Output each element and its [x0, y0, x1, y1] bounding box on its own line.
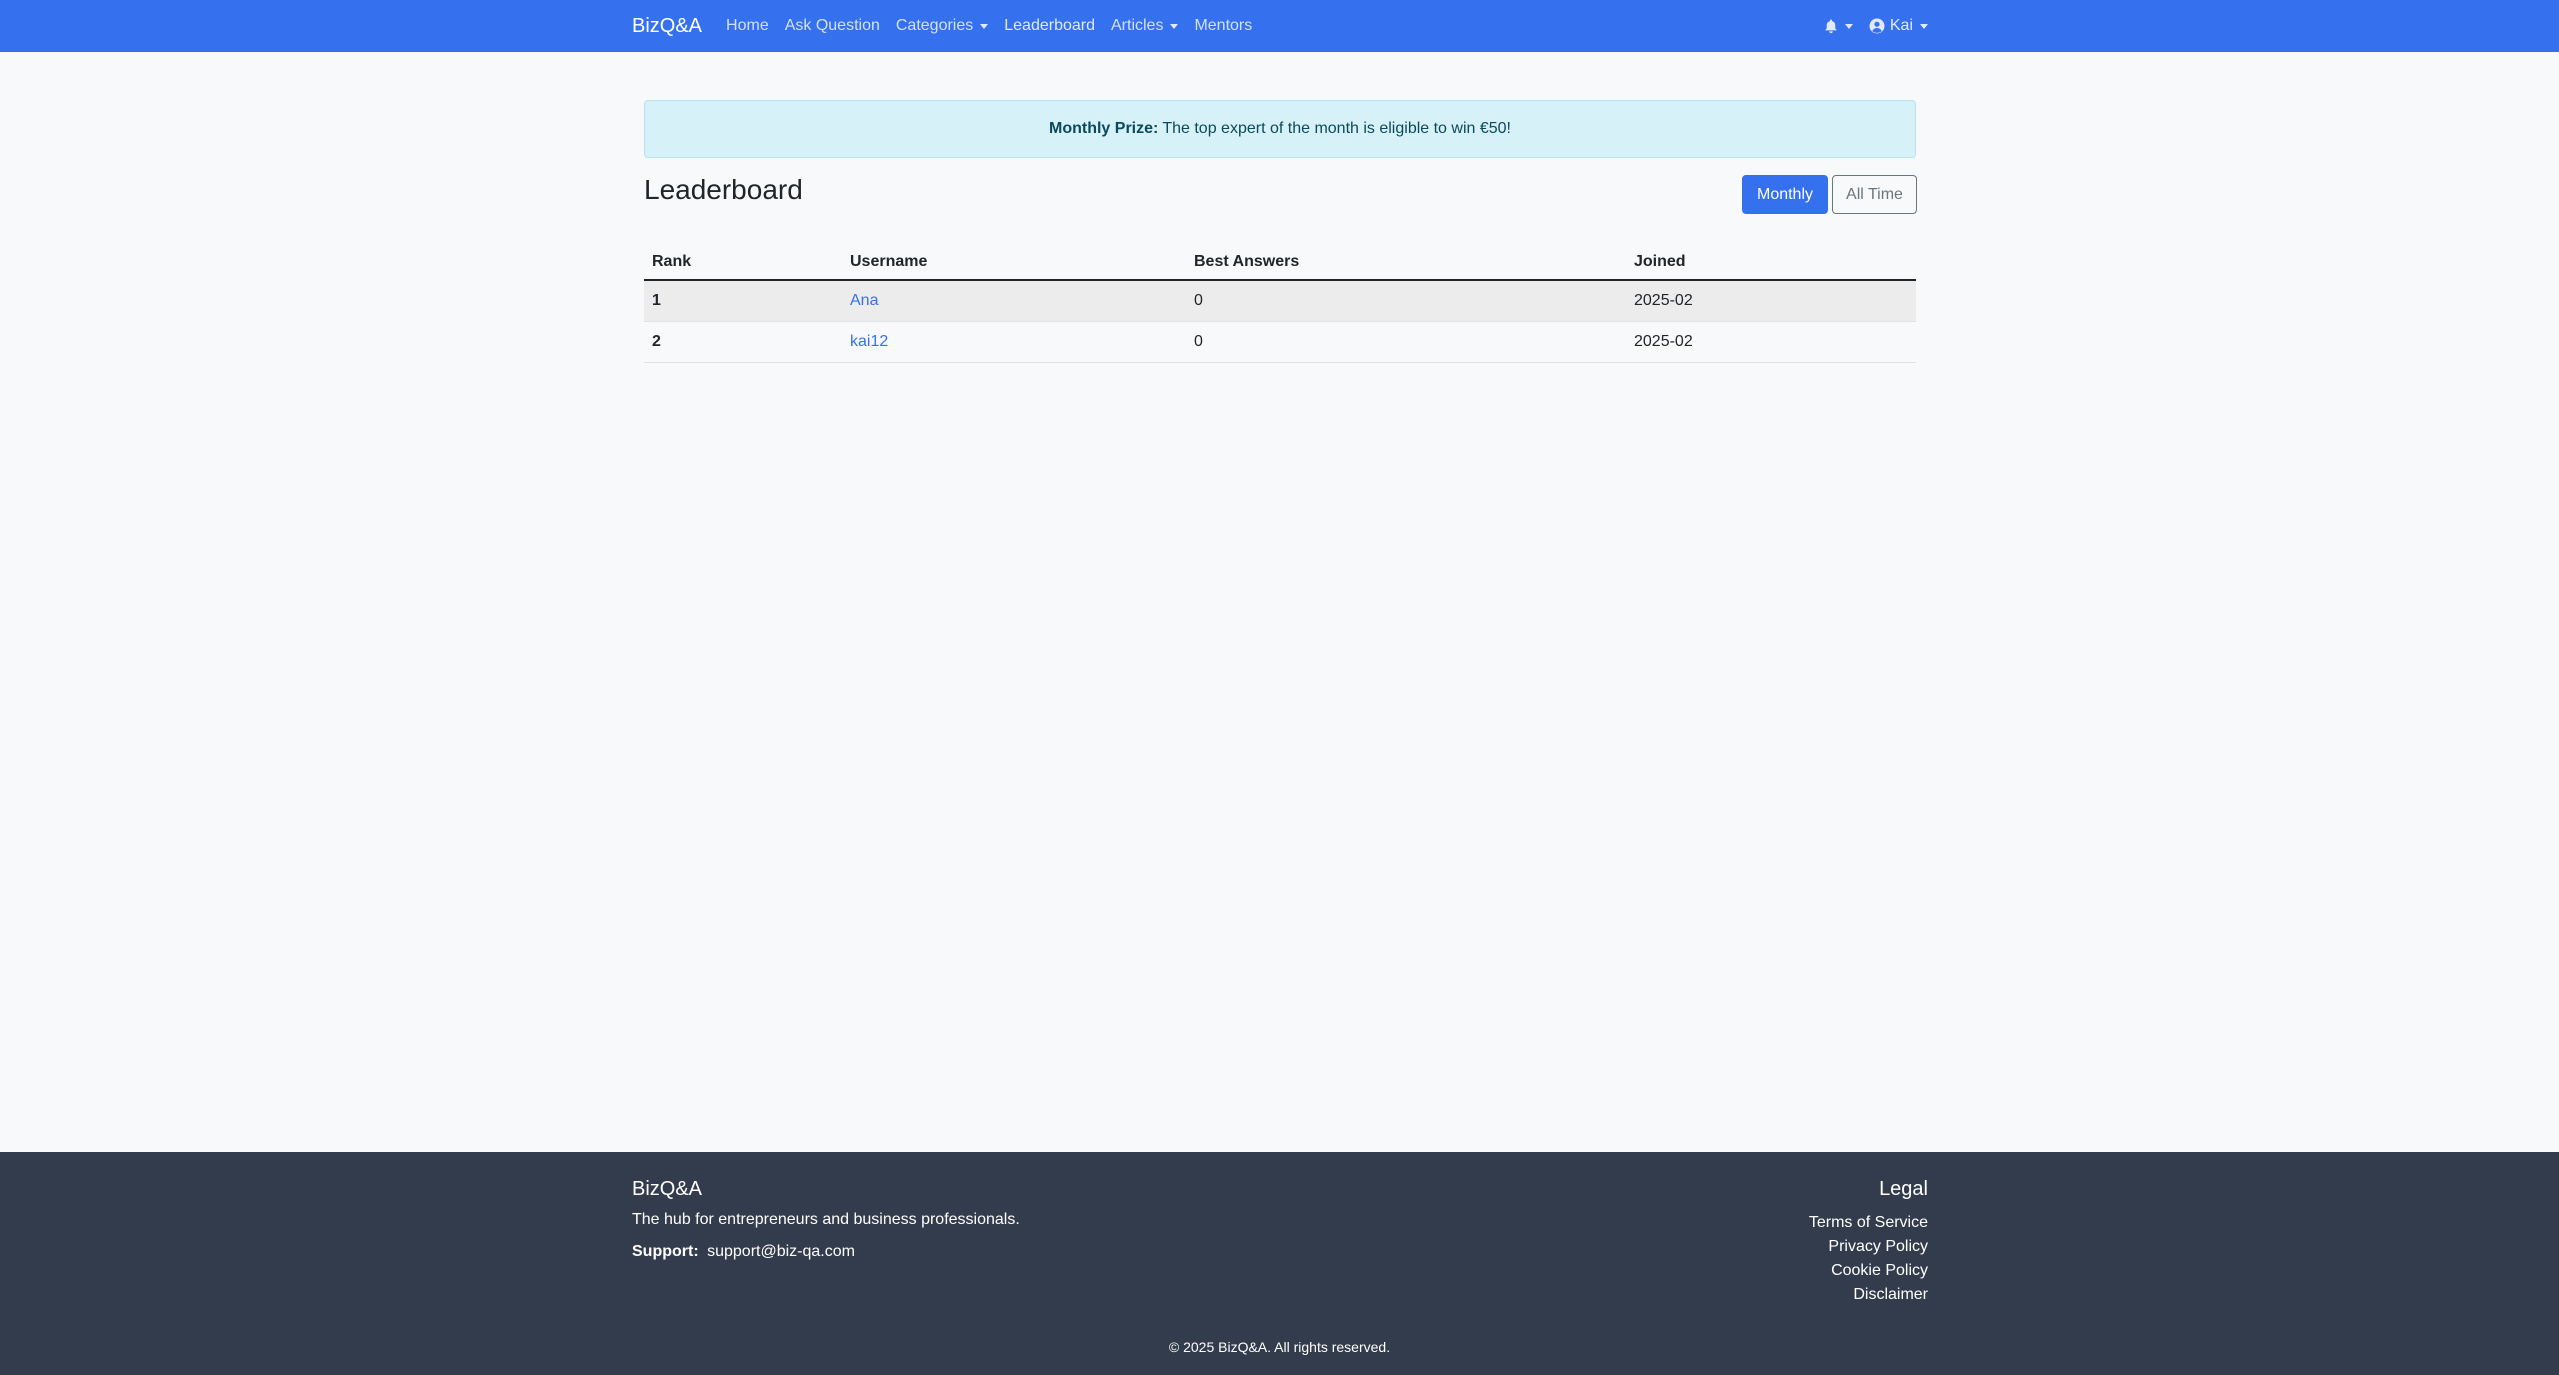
rank-cell: 1: [644, 280, 842, 322]
privacy-policy-link[interactable]: Privacy Policy: [1809, 1235, 1928, 1259]
site-footer: BizQ&A The hub for entrepreneurs and bus…: [0, 1152, 2559, 1375]
bell-icon: [1825, 19, 1837, 33]
nav-categories-dropdown[interactable]: Categories: [895, 17, 989, 35]
alert-text: The top expert of the month is eligible …: [1162, 120, 1511, 137]
monthly-button[interactable]: Monthly: [1742, 175, 1828, 214]
support-email[interactable]: support@biz-qa.com: [707, 1243, 855, 1260]
username-link[interactable]: kai12: [850, 333, 888, 350]
brand-logo[interactable]: BizQ&A: [632, 15, 702, 38]
rank-cell: 2: [644, 321, 842, 363]
all-time-button[interactable]: All Time: [1832, 175, 1917, 214]
chevron-down-icon: [1170, 23, 1179, 29]
username-cell: Ana: [842, 280, 1186, 322]
nav-home[interactable]: Home: [726, 17, 769, 35]
user-menu-dropdown[interactable]: Kai: [1869, 17, 1928, 35]
joined-cell: 2025-02: [1626, 321, 1916, 363]
footer-support: Support: support@biz-qa.com: [632, 1243, 855, 1261]
chevron-down-icon: [1920, 23, 1928, 29]
legal-title: Legal: [1879, 1178, 1928, 1200]
nav-categories-label: Categories: [895, 17, 974, 34]
notifications-dropdown[interactable]: [1824, 19, 1853, 34]
monthly-prize-alert: Monthly Prize: The top expert of the mon…: [644, 100, 1916, 158]
footer-tagline: The hub for entrepreneurs and business p…: [632, 1211, 1020, 1228]
best-answers-cell: 0: [1186, 280, 1626, 322]
table-header: Rank Username Best Answers Joined: [644, 244, 1916, 281]
nav-mentors[interactable]: Mentors: [1194, 17, 1252, 35]
column-header-joined: Joined: [1626, 244, 1916, 281]
table-row: 1 Ana 0 2025-02: [644, 280, 1916, 322]
legal-links: Terms of Service Privacy Policy Cookie P…: [1809, 1211, 1928, 1307]
nav-links: Home Ask Question Categories Leaderboard…: [726, 17, 1268, 35]
chevron-down-icon: [980, 23, 989, 29]
nav-leaderboard[interactable]: Leaderboard: [1004, 17, 1095, 35]
navbar-container: BizQ&A Home Ask Question Categories Lead…: [632, 0, 1928, 52]
joined-cell: 2025-02: [1626, 280, 1916, 322]
support-label: Support:: [632, 1243, 699, 1260]
user-circle-icon: [1869, 18, 1885, 34]
leaderboard-table: Rank Username Best Answers Joined 1 Ana …: [644, 244, 1916, 363]
disclaimer-link[interactable]: Disclaimer: [1809, 1283, 1928, 1307]
page: BizQ&A Home Ask Question Categories Lead…: [0, 0, 2559, 1375]
footer-brand: BizQ&A: [632, 1178, 703, 1200]
username-link[interactable]: Ana: [850, 292, 878, 309]
terms-of-service-link[interactable]: Terms of Service: [1809, 1211, 1928, 1235]
column-header-best-answers: Best Answers: [1186, 244, 1626, 281]
nav-ask-question[interactable]: Ask Question: [785, 17, 880, 35]
nav-right: Kai: [1808, 17, 1928, 35]
column-header-rank: Rank: [644, 244, 842, 281]
best-answers-cell: 0: [1186, 321, 1626, 363]
copyright: © 2025 BizQ&A. All rights reserved.: [1168, 1339, 1391, 1355]
nav-articles-label: Articles: [1111, 17, 1164, 34]
chevron-down-icon: [1844, 23, 1853, 29]
username-cell: kai12: [842, 321, 1186, 363]
page-title: Leaderboard: [644, 174, 803, 205]
table-body: 1 Ana 0 2025-02 2 kai12 0 2025-02: [644, 280, 1916, 363]
cookie-policy-link[interactable]: Cookie Policy: [1809, 1259, 1928, 1283]
column-header-username: Username: [842, 244, 1186, 281]
table-row: 2 kai12 0 2025-02: [644, 321, 1916, 363]
nav-articles-dropdown[interactable]: Articles: [1111, 17, 1179, 35]
user-name: Kai: [1889, 17, 1913, 34]
period-toggle: Monthly All Time: [1742, 175, 1917, 214]
alert-label: Monthly Prize:: [1049, 120, 1159, 137]
top-navbar: BizQ&A Home Ask Question Categories Lead…: [0, 0, 2559, 52]
